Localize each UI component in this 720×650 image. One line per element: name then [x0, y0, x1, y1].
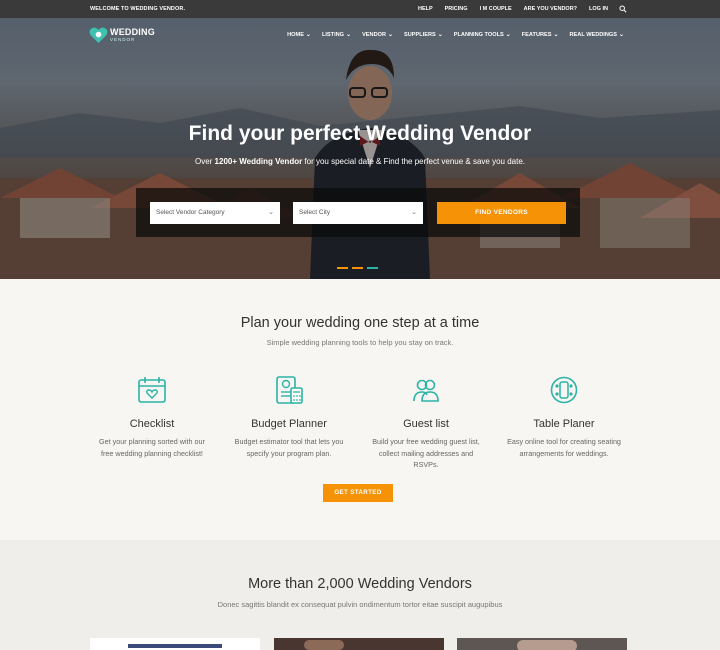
chevron-down-icon: ⌄ [346, 32, 352, 38]
top-link-pricing[interactable]: PRICING [445, 6, 468, 12]
tool-title: Guest list [403, 418, 449, 430]
nav-item-home[interactable]: HOME ⌄ [287, 31, 311, 39]
tool-description: Budget estimator tool that lets you spec… [234, 437, 344, 458]
table-seating-icon [550, 376, 578, 404]
hero-banner: WEDDING VENDOR HOME ⌄ LISTING ⌄ VENDOR ⌄ SU… [0, 18, 720, 279]
nav-item-vendor[interactable]: VENDOR ⌄ [362, 31, 394, 39]
vendor-category-select[interactable]: Select Vendor Category ⌄ [150, 202, 280, 224]
vendors-subtitle: Donec sagittis blandit ex consequat pulv… [217, 600, 503, 609]
hero-overlay [0, 18, 720, 279]
tool-title: Table Planer [533, 418, 595, 430]
vendor-search-form: Select Vendor Category ⌄ Select City ⌄ F… [136, 188, 580, 237]
slider-dot-3[interactable] [367, 267, 378, 269]
heart-logo-icon [89, 27, 108, 44]
tool-description: Easy online tool for creating seating ar… [507, 437, 621, 458]
slider-dot-2[interactable] [352, 267, 363, 269]
chevron-down-icon: ⌄ [268, 209, 274, 216]
chevron-down-icon: ⌄ [305, 32, 311, 38]
planning-title: Plan your wedding one step at a time [240, 315, 480, 331]
chevron-down-icon: ⌄ [505, 32, 511, 38]
tool-checklist[interactable]: Checklist Get your planning sorted with … [92, 375, 212, 459]
vendors-title: More than 2,000 Wedding Vendors [248, 576, 472, 592]
vendor-card-image [517, 640, 577, 650]
slider-dot-1[interactable] [337, 267, 348, 269]
vendor-card[interactable] [90, 638, 260, 650]
tool-budget-planner[interactable]: Budget Planner Budget estimator tool tha… [229, 375, 349, 459]
slider-dots [337, 267, 378, 269]
chevron-down-icon: ⌄ [553, 32, 559, 38]
vendor-card-image [128, 644, 222, 648]
tool-title: Checklist [129, 418, 175, 430]
hero-title: Find your perfect Wedding Vendor [188, 122, 532, 145]
top-bar: WELCOME TO WEDDING VENDOR. HELP PRICING … [0, 0, 720, 18]
vendor-card-image [304, 640, 344, 650]
calculator-icon [276, 376, 303, 404]
nav-item-planning-tools[interactable]: PLANNING TOOLS ⌄ [454, 31, 511, 39]
vendor-card[interactable] [457, 638, 627, 650]
top-links: HELP PRICING I M COUPLE ARE YOU VENDOR? … [418, 6, 628, 12]
planning-subtitle: Simple wedding planning tools to help yo… [266, 338, 454, 347]
search-icon[interactable] [619, 5, 627, 13]
calendar-heart-icon [138, 377, 166, 403]
chevron-down-icon: ⌄ [618, 32, 624, 38]
find-vendors-button[interactable]: FIND VENDORS [437, 202, 566, 224]
tool-title: Budget Planner [251, 418, 327, 430]
logo-line2: VENDOR [110, 37, 136, 43]
top-link-login[interactable]: LOG IN [589, 6, 608, 12]
vendor-card[interactable] [274, 638, 444, 650]
main-nav: HOME ⌄ LISTING ⌄ VENDOR ⌄ SUPPLIERS ⌄ PLANNI… [287, 31, 624, 39]
nav-item-features[interactable]: FEATURES ⌄ [522, 31, 559, 39]
top-link-vendor[interactable]: ARE YOU VENDOR? [524, 6, 577, 12]
nav-item-listing[interactable]: LISTING ⌄ [322, 31, 352, 39]
logo-line1: WEDDING [110, 27, 155, 38]
chevron-down-icon: ⌄ [388, 32, 394, 38]
guests-icon [413, 379, 439, 402]
nav-item-real-weddings[interactable]: REAL WEDDINGS ⌄ [570, 31, 624, 39]
nav-item-suppliers[interactable]: SUPPLIERS ⌄ [404, 31, 443, 39]
tool-description: Build your free wedding guest list, coll… [372, 437, 480, 469]
city-select[interactable]: Select City ⌄ [293, 202, 423, 224]
top-link-couple[interactable]: I M COUPLE [480, 6, 512, 12]
tool-guest-list[interactable]: Guest list Build your free wedding guest… [366, 375, 486, 471]
top-link-help[interactable]: HELP [418, 6, 433, 12]
get-started-button[interactable]: GET STARTED [323, 484, 393, 502]
welcome-text: WELCOME TO WEDDING VENDOR. [90, 6, 186, 12]
vendors-section [0, 540, 720, 650]
chevron-down-icon: ⌄ [411, 209, 417, 216]
chevron-down-icon: ⌄ [437, 32, 443, 38]
hero-subtitle: Over 1200+ Wedding Vendor for you specia… [194, 157, 526, 166]
tool-table-planer[interactable]: Table Planer Easy online tool for creati… [504, 375, 624, 459]
tool-description: Get your planning sorted with our free w… [99, 437, 205, 458]
site-logo[interactable]: WEDDING VENDOR [89, 27, 155, 44]
